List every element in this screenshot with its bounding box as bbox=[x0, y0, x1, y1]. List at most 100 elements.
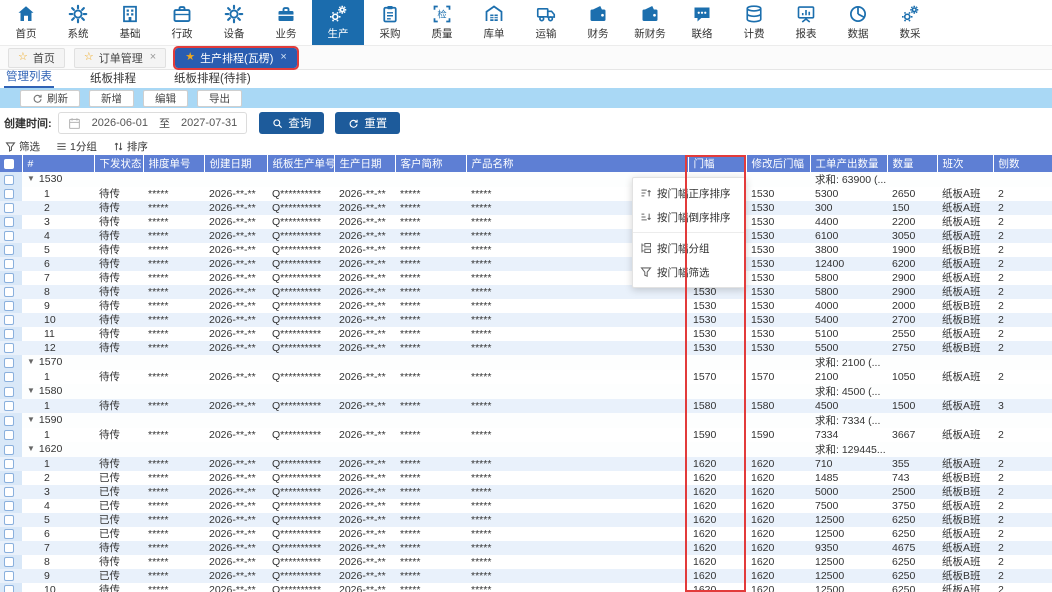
column-header-5[interactable]: 生产日期 bbox=[334, 155, 395, 172]
row-checkbox[interactable] bbox=[4, 529, 14, 539]
close-icon[interactable]: × bbox=[280, 52, 286, 63]
row-checkbox[interactable] bbox=[4, 557, 14, 567]
row-checkbox[interactable] bbox=[4, 343, 14, 353]
row-checkbox[interactable] bbox=[4, 401, 14, 411]
table-row-1620-4[interactable]: 4已传*****2026-**-**Q**********2026-**-***… bbox=[0, 499, 1052, 513]
nav-item-data-collect[interactable]: 数采 bbox=[884, 0, 936, 45]
row-checkbox[interactable] bbox=[4, 259, 14, 269]
nav-item-contact[interactable]: 联络 bbox=[676, 0, 728, 45]
nav-item-new-finance[interactable]: 新财务 bbox=[624, 0, 676, 45]
row-checkbox[interactable] bbox=[4, 543, 14, 553]
row-checkbox[interactable] bbox=[4, 473, 14, 483]
row-checkbox[interactable] bbox=[4, 231, 14, 241]
group-collapse-icon[interactable]: ▼ bbox=[27, 413, 35, 427]
nav-item-inventory[interactable]: 库单 bbox=[468, 0, 520, 45]
nav-item-data[interactable]: 数据 bbox=[832, 0, 884, 45]
group-collapse-icon[interactable]: ▼ bbox=[27, 172, 35, 186]
row-checkbox[interactable] bbox=[4, 358, 14, 368]
nav-item-business[interactable]: 业务 bbox=[260, 0, 312, 45]
table-row-1620-1[interactable]: 1待传*****2026-**-**Q**********2026-**-***… bbox=[0, 457, 1052, 471]
row-checkbox[interactable] bbox=[4, 203, 14, 213]
date-to-value[interactable]: 2027-07-31 bbox=[181, 117, 237, 129]
tab-production-schedule[interactable]: ★生产排程(瓦楞)× bbox=[175, 48, 297, 68]
table-row-1620-3[interactable]: 3已传*****2026-**-**Q**********2026-**-***… bbox=[0, 485, 1052, 499]
row-checkbox[interactable] bbox=[4, 515, 14, 525]
nav-item-basic[interactable]: 基础 bbox=[104, 0, 156, 45]
column-header-8[interactable]: 门幅 bbox=[688, 155, 746, 172]
nav-item-transport[interactable]: 运输 bbox=[520, 0, 572, 45]
row-checkbox[interactable] bbox=[4, 585, 14, 592]
table-row-1580-1[interactable]: 1待传*****2026-**-**Q**********2026-**-***… bbox=[0, 399, 1052, 413]
row-checkbox[interactable] bbox=[4, 245, 14, 255]
sort-toggle[interactable]: 排序 bbox=[113, 139, 148, 154]
nav-item-quality[interactable]: 检质量 bbox=[416, 0, 468, 45]
table-row-1530-6[interactable]: 6待传*****2026-**-**Q**********2026-**-***… bbox=[0, 257, 1052, 271]
row-checkbox[interactable] bbox=[4, 189, 14, 199]
date-range-picker[interactable]: 2026-06-01 至 2027-07-31 bbox=[58, 112, 248, 134]
table-row-1530-10[interactable]: 10待传*****2026-**-**Q**********2026-**-**… bbox=[0, 313, 1052, 327]
row-checkbox[interactable] bbox=[4, 487, 14, 497]
column-header-1[interactable]: 下发状态 bbox=[94, 155, 143, 172]
close-icon[interactable]: × bbox=[150, 52, 156, 63]
row-checkbox[interactable] bbox=[4, 315, 14, 325]
select-all-checkbox[interactable] bbox=[4, 159, 14, 169]
row-checkbox[interactable] bbox=[4, 571, 14, 581]
subtab-board-schedule-pending[interactable]: 纸板排程(待排) bbox=[172, 70, 253, 88]
query-button[interactable]: 查询 bbox=[259, 112, 324, 134]
column-header-12[interactable]: 班次 bbox=[937, 155, 993, 172]
column-header-2[interactable]: 排度单号 bbox=[143, 155, 204, 172]
group-collapse-icon[interactable]: ▼ bbox=[27, 355, 35, 369]
table-row-1530-8[interactable]: 8待传*****2026-**-**Q**********2026-**-***… bbox=[0, 285, 1052, 299]
table-row-1530-2[interactable]: 2待传*****2026-**-**Q**********2026-**-***… bbox=[0, 201, 1052, 215]
table-row-1620-6[interactable]: 6已传*****2026-**-**Q**********2026-**-***… bbox=[0, 527, 1052, 541]
column-header-3[interactable]: 创建日期 bbox=[204, 155, 267, 172]
table-row-1530-11[interactable]: 11待传*****2026-**-**Q**********2026-**-**… bbox=[0, 327, 1052, 341]
add-button[interactable]: 新增 bbox=[89, 90, 134, 107]
table-row-1620-8[interactable]: 8待传*****2026-**-**Q**********2026-**-***… bbox=[0, 555, 1052, 569]
column-header-6[interactable]: 客户简称 bbox=[395, 155, 466, 172]
refresh-button[interactable]: 刷新 bbox=[20, 90, 80, 107]
table-row-1530-1[interactable]: 1待传*****2026-**-**Q**********2026-**-***… bbox=[0, 187, 1052, 201]
table-row-1530-4[interactable]: 4待传*****2026-**-**Q**********2026-**-***… bbox=[0, 229, 1052, 243]
table-row-1530-7[interactable]: 7待传*****2026-**-**Q**********2026-**-***… bbox=[0, 271, 1052, 285]
table-row-1530-3[interactable]: 3待传*****2026-**-**Q**********2026-**-***… bbox=[0, 215, 1052, 229]
menu-item-sort-desc[interactable]: 按门幅倒序排序 bbox=[633, 205, 745, 229]
table-row-1530-12[interactable]: 12待传*****2026-**-**Q**********2026-**-**… bbox=[0, 341, 1052, 355]
menu-item-sort-asc[interactable]: 按门幅正序排序 bbox=[633, 181, 745, 205]
row-checkbox[interactable] bbox=[4, 287, 14, 297]
column-header-11[interactable]: 数量 bbox=[887, 155, 937, 172]
edit-button[interactable]: 编辑 bbox=[143, 90, 188, 107]
reset-button[interactable]: 重置 bbox=[335, 112, 400, 134]
row-checkbox[interactable] bbox=[4, 175, 14, 185]
group-collapse-icon[interactable]: ▼ bbox=[27, 384, 35, 398]
row-checkbox[interactable] bbox=[4, 372, 14, 382]
column-header-4[interactable]: 纸板生产单号 bbox=[267, 155, 334, 172]
column-header-10[interactable]: 工单产出数量 bbox=[810, 155, 887, 172]
nav-item-production[interactable]: 生产 bbox=[312, 0, 364, 45]
row-checkbox[interactable] bbox=[4, 416, 14, 426]
row-checkbox[interactable] bbox=[4, 217, 14, 227]
table-row-1620-7[interactable]: 7待传*****2026-**-**Q**********2026-**-***… bbox=[0, 541, 1052, 555]
nav-item-equipment[interactable]: 设备 bbox=[208, 0, 260, 45]
menu-item-group-by[interactable]: 按门幅分组 bbox=[633, 236, 745, 260]
nav-item-admin[interactable]: 行政 bbox=[156, 0, 208, 45]
row-checkbox[interactable] bbox=[4, 329, 14, 339]
table-row-1530-9[interactable]: 9待传*****2026-**-**Q**********2026-**-***… bbox=[0, 299, 1052, 313]
table-row-1620-9[interactable]: 9已传*****2026-**-**Q**********2026-**-***… bbox=[0, 569, 1052, 583]
tab-order-management[interactable]: ☆订单管理× bbox=[74, 48, 166, 68]
column-header-0[interactable]: # bbox=[22, 155, 94, 172]
table-row-1570-1[interactable]: 1待传*****2026-**-**Q**********2026-**-***… bbox=[0, 370, 1052, 384]
group-toggle[interactable]: 1分组 bbox=[56, 139, 97, 154]
row-checkbox[interactable] bbox=[4, 301, 14, 311]
nav-item-billing[interactable]: 计费 bbox=[728, 0, 780, 45]
nav-item-report[interactable]: 报表 bbox=[780, 0, 832, 45]
column-header-9[interactable]: 修改后门幅 bbox=[746, 155, 810, 172]
subtab-management-list[interactable]: 管理列表 bbox=[4, 68, 54, 88]
nav-item-purchase[interactable]: 采购 bbox=[364, 0, 416, 45]
date-from-value[interactable]: 2026-06-01 bbox=[92, 117, 148, 129]
row-checkbox[interactable] bbox=[4, 387, 14, 397]
group-collapse-icon[interactable]: ▼ bbox=[27, 442, 35, 456]
menu-item-filter-by[interactable]: 按门幅筛选 bbox=[633, 260, 745, 284]
table-row-1590-1[interactable]: 1待传*****2026-**-**Q**********2026-**-***… bbox=[0, 428, 1052, 442]
tab-home[interactable]: ☆首页 bbox=[8, 48, 65, 68]
